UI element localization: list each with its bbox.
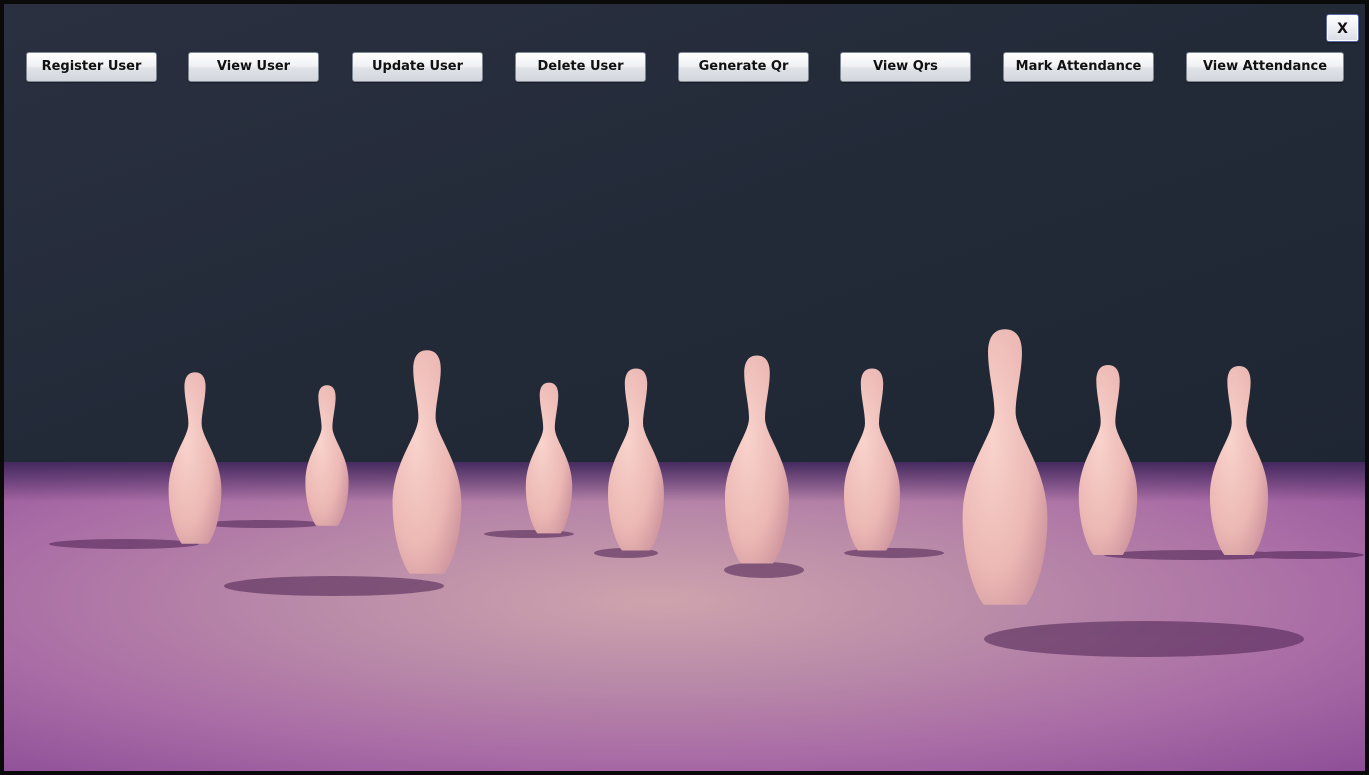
delete-user-button[interactable]: Delete User <box>515 52 646 82</box>
update-user-button[interactable]: Update User <box>352 52 483 82</box>
view-user-button[interactable]: View User <box>188 52 319 82</box>
register-user-button[interactable]: Register User <box>26 52 157 82</box>
background-scene <box>4 4 1365 771</box>
mark-attendance-button[interactable]: Mark Attendance <box>1003 52 1154 82</box>
app-window: X Register User View User Update User De… <box>0 0 1369 775</box>
close-button[interactable]: X <box>1326 14 1359 42</box>
generate-qr-button[interactable]: Generate Qr <box>678 52 809 82</box>
view-attendance-button[interactable]: View Attendance <box>1186 52 1344 82</box>
view-qrs-button[interactable]: View Qrs <box>840 52 971 82</box>
